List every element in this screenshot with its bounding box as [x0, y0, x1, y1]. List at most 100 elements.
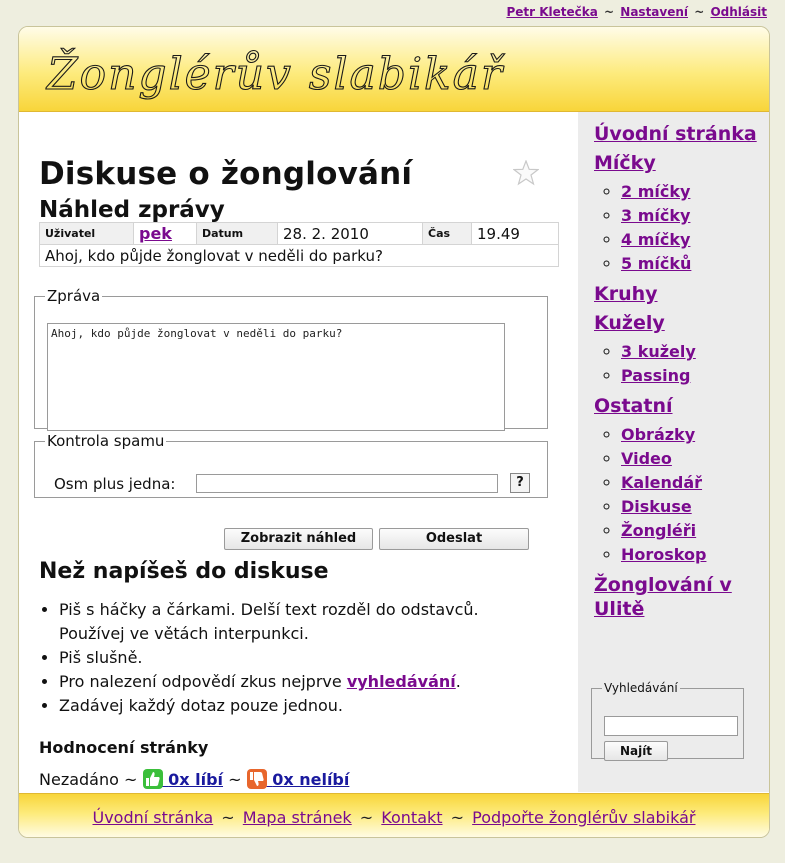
list-item: Horoskop — [621, 543, 764, 567]
preview-title: Náhled zprávy — [39, 197, 225, 223]
sidebar-item-3-balls[interactable]: 3 míčky — [621, 206, 690, 225]
rating-title: Hodnocení stránky — [39, 738, 209, 757]
help-button[interactable]: ? — [510, 473, 530, 493]
footer-support-link[interactable]: Podpořte žonglérův slabikář — [472, 808, 695, 827]
message-text: Ahoj, kdo půjde žonglovat v neděli do pa… — [39, 244, 559, 267]
search-tip-end: . — [455, 672, 461, 691]
list-item: Piš s háčky a čárkami. Delší text rozděl… — [59, 598, 539, 646]
list-item: Diskuse — [621, 495, 764, 519]
separator: ~ — [694, 5, 705, 19]
site-logo[interactable]: Žonglérův slabikář — [43, 33, 543, 108]
sidebar-item-4-balls[interactable]: 4 míčky — [621, 230, 690, 249]
sidebar-item-jugglers[interactable]: Žongléři — [621, 521, 696, 540]
list-item: 2 míčky — [621, 180, 764, 204]
sidebar-item-passing[interactable]: Passing — [621, 366, 690, 385]
favorite-star-icon[interactable] — [513, 160, 539, 186]
sidebar-item-video[interactable]: Video — [621, 449, 672, 468]
user-label: Uživatel — [39, 222, 134, 245]
separator: ~ — [124, 770, 138, 789]
time-label: Čas — [422, 222, 472, 245]
list-item: Video — [621, 447, 764, 471]
spam-fieldset: Kontrola spamu Osm plus jedna: ? — [34, 432, 548, 498]
message-legend: Zpráva — [47, 287, 101, 305]
list-item: 3 kužely — [621, 340, 764, 364]
other-submenu: Obrázky Video Kalendář Diskuse Žongléři … — [594, 423, 764, 567]
like-count: 0x líbí — [168, 770, 224, 789]
separator: ~ — [228, 770, 242, 789]
separator: ~ — [604, 5, 615, 19]
thumbs-up-icon — [142, 769, 163, 789]
sidebar-item-rings[interactable]: Kruhy — [594, 282, 764, 306]
list-item: Žongléři — [621, 519, 764, 543]
site-header: Žonglérův slabikář — [19, 27, 769, 112]
list-item: Obrázky — [621, 423, 764, 447]
sidebar-item-other[interactable]: Ostatní — [594, 394, 764, 418]
like-link[interactable]: 0x líbí — [142, 769, 224, 789]
search-input[interactable] — [604, 716, 738, 736]
preview-button[interactable]: Zobrazit náhled — [224, 528, 373, 550]
separator: ~ — [359, 808, 374, 827]
sidebar-item-clubs[interactable]: Kužely — [594, 311, 764, 335]
balls-submenu: 2 míčky 3 míčky 4 míčky 5 míčků — [594, 180, 764, 276]
user-cell: pek — [133, 222, 197, 245]
logout-link[interactable]: Odhlásit — [710, 5, 767, 19]
footer-home-link[interactable]: Úvodní stránka — [92, 808, 213, 827]
sidebar-item-home[interactable]: Úvodní stránka — [594, 122, 764, 146]
clubs-submenu: 3 kužely Passing — [594, 340, 764, 388]
sidebar: Úvodní stránka Míčky 2 míčky 3 míčky 4 m… — [578, 112, 769, 792]
rating-bar: Nezadáno ~ 0x líbí ~ 0x nelíbí — [39, 768, 349, 792]
message-preview-table: Uživatel pek Datum 28. 2. 2010 Čas 19.49… — [39, 222, 559, 267]
search-legend: Vyhledávání — [604, 681, 678, 695]
dislike-link[interactable]: 0x nelíbí — [246, 769, 350, 789]
rules-list: Piš s háčky a čárkami. Delší text rozděl… — [39, 598, 539, 718]
sidebar-item-discussion[interactable]: Diskuse — [621, 497, 692, 516]
sidebar-item-2-balls[interactable]: 2 míčky — [621, 182, 690, 201]
sidebar-nav: Úvodní stránka Míčky 2 míčky 3 míčky 4 m… — [594, 122, 764, 626]
sidebar-item-pictures[interactable]: Obrázky — [621, 425, 695, 444]
date-value: 28. 2. 2010 — [277, 222, 423, 245]
list-item: Pro nalezení odpovědí zkus nejprve vyhle… — [59, 670, 539, 694]
top-links: Petr Kletečka ~ Nastavení ~ Odhlásit — [506, 5, 767, 19]
user-link[interactable]: Petr Kletečka — [506, 5, 597, 19]
site-logo-text: Žonglérův slabikář — [45, 47, 505, 100]
rating-status: Nezadáno — [39, 770, 119, 789]
list-item: 3 míčky — [621, 204, 764, 228]
footer-contact-link[interactable]: Kontakt — [381, 808, 442, 827]
table-row: Uživatel pek Datum 28. 2. 2010 Čas 19.49 — [39, 222, 559, 245]
main-content: Diskuse o žonglování Náhled zprávy Uživa… — [19, 112, 578, 792]
time-value: 19.49 — [471, 222, 559, 245]
spam-answer-input[interactable] — [196, 474, 498, 493]
list-item: 4 míčky — [621, 228, 764, 252]
sidebar-item-horoscope[interactable]: Horoskop — [621, 545, 706, 564]
separator: ~ — [450, 808, 465, 827]
list-item: Piš slušně. — [59, 646, 539, 670]
dislike-count: 0x nelíbí — [272, 770, 350, 789]
search-fieldset: Vyhledávání Najít — [591, 681, 744, 761]
settings-link[interactable]: Nastavení — [620, 5, 688, 19]
search-button[interactable]: Najít — [604, 741, 668, 761]
page-frame: Žonglérův slabikář Diskuse o žonglování … — [18, 26, 770, 838]
footer-sitemap-link[interactable]: Mapa stránek — [243, 808, 352, 827]
site-footer: Úvodní stránka ~ Mapa stránek ~ Kontakt … — [19, 793, 769, 837]
spam-legend: Kontrola spamu — [47, 432, 165, 450]
search-link[interactable]: vyhledávání — [347, 672, 456, 691]
thumbs-down-icon — [246, 769, 267, 789]
list-item: 5 míčků — [621, 252, 764, 276]
table-row: Ahoj, kdo půjde žonglovat v neděli do pa… — [39, 244, 559, 267]
sidebar-item-calendar[interactable]: Kalendář — [621, 473, 702, 492]
sidebar-item-ulita[interactable]: Žonglování v Ulitě — [594, 573, 764, 621]
message-fieldset: Zpráva Ahoj, kdo půjde žonglovat v neděl… — [34, 287, 548, 431]
rules-title: Než napíšeš do diskuse — [39, 559, 329, 584]
send-button[interactable]: Odeslat — [379, 528, 529, 550]
sidebar-item-5-balls[interactable]: 5 míčků — [621, 254, 691, 273]
message-textarea[interactable]: Ahoj, kdo půjde žonglovat v neděli do pa… — [47, 323, 505, 431]
page-title: Diskuse o žonglování — [39, 156, 413, 192]
sidebar-item-3-clubs[interactable]: 3 kužely — [621, 342, 696, 361]
list-item: Passing — [621, 364, 764, 388]
message-author-link[interactable]: pek — [139, 224, 172, 243]
sidebar-item-balls[interactable]: Míčky — [594, 151, 764, 175]
spam-question: Osm plus jedna: — [54, 475, 176, 493]
date-label: Datum — [196, 222, 278, 245]
search-tip-text: Pro nalezení odpovědí zkus nejprve — [59, 672, 347, 691]
list-item: Zadávej každý dotaz pouze jednou. — [59, 694, 539, 718]
